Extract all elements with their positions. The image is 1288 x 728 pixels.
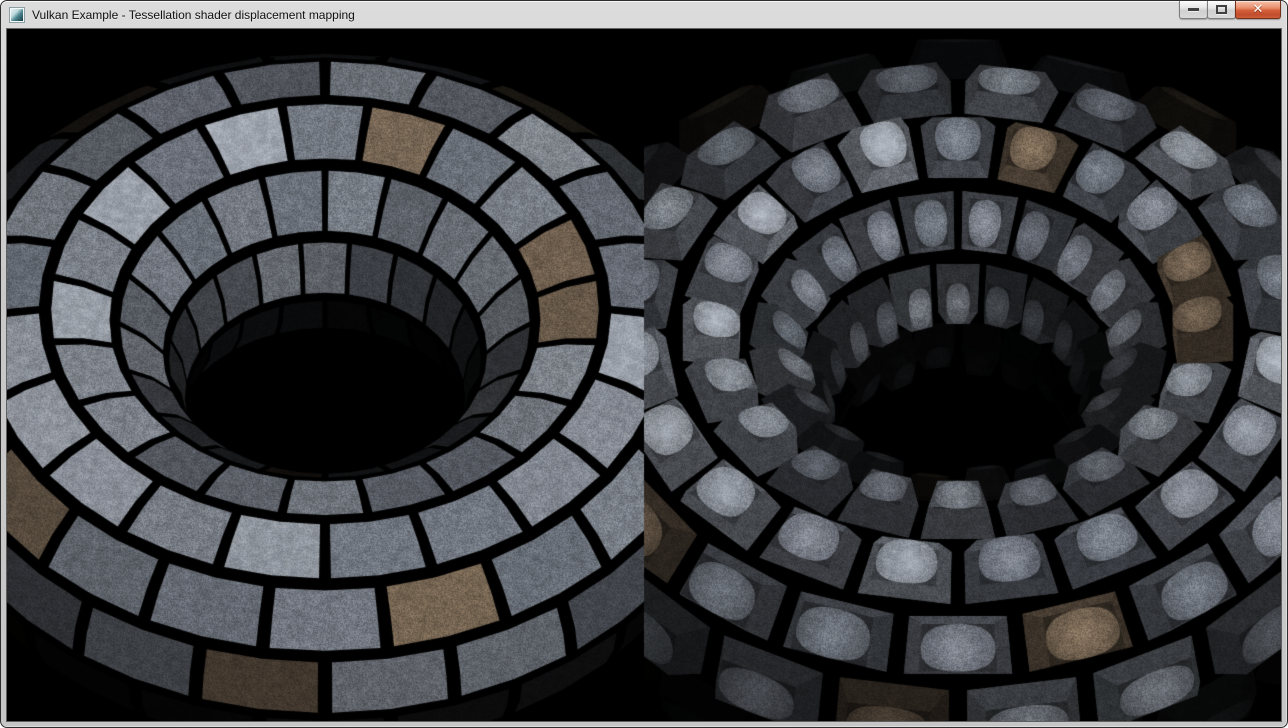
minimize-icon bbox=[1188, 8, 1199, 11]
app-icon-glyph bbox=[11, 9, 23, 21]
maximize-icon bbox=[1216, 5, 1227, 14]
vulkan-example-window: Vulkan Example - Tessellation shader dis… bbox=[0, 0, 1288, 728]
app-icon[interactable] bbox=[9, 7, 25, 23]
render-canvas[interactable] bbox=[7, 29, 1281, 721]
close-icon: ✕ bbox=[1253, 3, 1264, 16]
close-button[interactable]: ✕ bbox=[1235, 1, 1281, 19]
minimize-button[interactable] bbox=[1179, 1, 1208, 19]
maximize-button[interactable] bbox=[1207, 1, 1236, 19]
window-title: Vulkan Example - Tessellation shader dis… bbox=[32, 8, 355, 22]
render-viewport bbox=[7, 29, 1281, 721]
titlebar[interactable]: Vulkan Example - Tessellation shader dis… bbox=[1, 1, 1287, 29]
window-controls: ✕ bbox=[1180, 1, 1281, 20]
